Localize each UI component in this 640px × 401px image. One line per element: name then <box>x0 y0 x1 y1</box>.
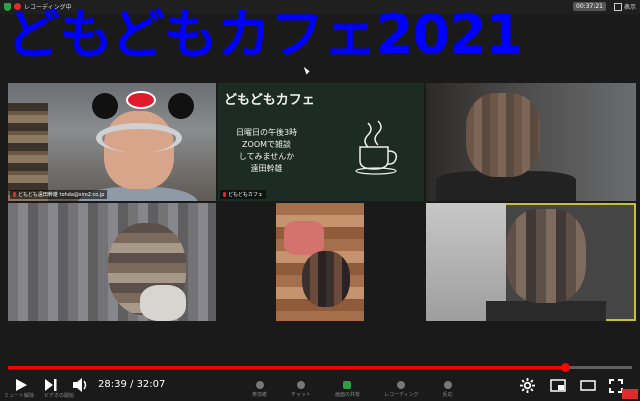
bookshelf-background <box>8 103 48 201</box>
participant-hand <box>140 285 186 321</box>
duration: 32:07 <box>136 379 166 390</box>
view-button[interactable]: 表示 <box>613 2 636 11</box>
muted-mic-icon <box>13 192 16 197</box>
background-object <box>284 221 324 255</box>
muted-mic-icon <box>223 192 226 197</box>
overlay-title: どもどもカフェ2021 <box>6 3 523 66</box>
bow-icon <box>126 91 156 109</box>
mute-label: ミュート解除 <box>4 393 35 399</box>
play-icon[interactable] <box>14 378 28 392</box>
participant-tile-3[interactable] <box>426 83 636 201</box>
mouse-ear-left-icon <box>92 93 118 119</box>
chalkboard-line: してみませんか <box>238 152 295 161</box>
volume-icon[interactable] <box>72 377 88 393</box>
mouse-cursor-icon <box>303 65 311 75</box>
current-time: 28:39 <box>98 379 127 390</box>
participant-name: どもどもカフェ <box>228 192 263 198</box>
participant-body <box>486 301 606 321</box>
time-separator: / <box>126 379 137 390</box>
coffee-cup-icon <box>355 120 398 175</box>
mouse-ear-right-icon <box>168 93 194 119</box>
chalkboard-line: 日曜日の午後3時 <box>236 128 298 137</box>
participant-tile-4[interactable] <box>8 203 216 321</box>
chalkboard-line: ZOOMで雑談 <box>242 140 292 149</box>
participant-tile-1[interactable]: どもども遠田幹雄 tohda@sim2.co.jp <box>8 83 216 201</box>
chalkboard-line: 遠田幹雄 <box>250 164 283 173</box>
progress-bar[interactable] <box>8 363 632 372</box>
participant-name: どもども遠田幹雄 tohda@sim2.co.jp <box>18 192 105 198</box>
participant-tile-active-speaker[interactable] <box>426 203 636 321</box>
chalkboard-title: どもどもカフェ <box>224 93 315 108</box>
time-display: 28:39 / 32:07 <box>98 379 165 390</box>
participant-hair <box>96 123 182 153</box>
video-stage[interactable]: レコーディング中 00:37:21 表示 どもども遠田幹雄 tohda@sim2… <box>0 0 640 401</box>
progress-fill <box>8 366 565 369</box>
miniplayer-icon[interactable] <box>550 379 566 392</box>
settings-gear-icon[interactable] <box>520 378 535 393</box>
participant-face <box>506 209 586 303</box>
participant-face <box>302 251 350 307</box>
video-start-label: ビデオの開始 <box>44 393 75 399</box>
participant-name-tag: どもどもカフェ <box>220 190 266 199</box>
participant-face <box>466 93 540 177</box>
participant-name-tag: どもども遠田幹雄 tohda@sim2.co.jp <box>10 190 108 199</box>
player-controls: 28:39 / 32:07 ミュート解除 ビデオの開始 <box>0 370 640 401</box>
fullscreen-icon[interactable] <box>609 379 623 393</box>
grid-view-icon <box>613 2 622 11</box>
participant-tile-2[interactable]: どもどもカフェ 日曜日の午後3時 ZOOMで雑談 してみませんか 遠田幹雄 ども… <box>218 83 424 201</box>
theater-mode-icon[interactable] <box>580 380 596 391</box>
chalkboard-text: 日曜日の午後3時 ZOOMで雑談 してみませんか 遠田幹雄 <box>236 127 297 175</box>
next-icon[interactable] <box>44 378 58 392</box>
participant-tile-5[interactable] <box>276 203 364 321</box>
view-label: 表示 <box>623 4 636 11</box>
elapsed-time: 00:37:21 <box>573 2 606 11</box>
red-corner-badge <box>622 389 638 399</box>
